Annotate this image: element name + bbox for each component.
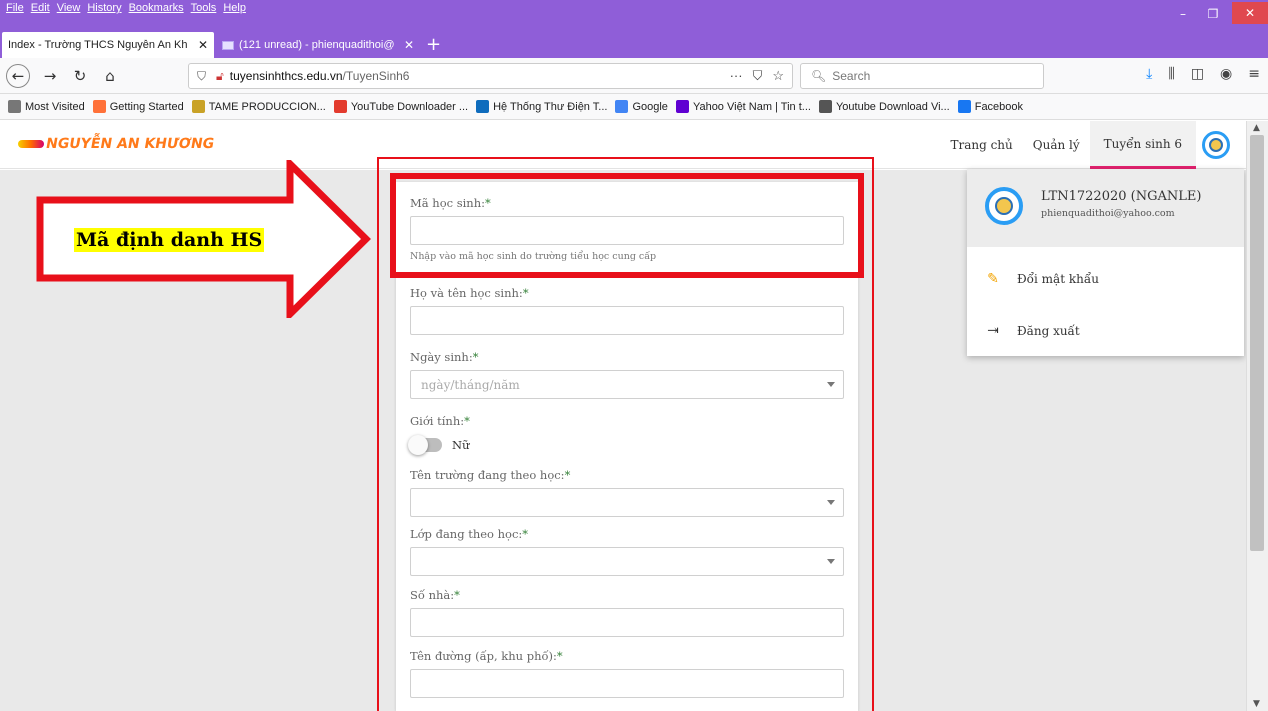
pocket-icon[interactable]: ⛉ xyxy=(753,68,763,84)
sidebar-icon[interactable]: ◫ xyxy=(1191,66,1204,82)
tab-label: (121 unread) - phienquadithoi@ xyxy=(239,39,395,51)
site-logo[interactable]: NGUYỄN AN KHƯƠNG xyxy=(18,136,216,152)
bookmark-item[interactable]: Google xyxy=(615,100,668,113)
avatar[interactable] xyxy=(1202,131,1230,159)
mail-icon xyxy=(222,40,234,50)
bookmark-label: Hệ Thống Thư Điện T... xyxy=(493,100,608,113)
url-host: tuyensinhthcs.edu.vn xyxy=(229,69,343,83)
bookmark-item[interactable]: Yahoo Việt Nam | Tin t... xyxy=(675,100,811,113)
site-nav: Trang chủ Quản lý Tuyển sinh 6 xyxy=(940,121,1230,169)
bookmark-label: Getting Started xyxy=(109,100,184,113)
key-icon: ✎ xyxy=(987,271,999,287)
avatar xyxy=(985,187,1023,225)
account-icon[interactable]: ◉ xyxy=(1220,66,1232,82)
page-scrollbar[interactable]: ▲ ▼ xyxy=(1246,121,1268,711)
logo-text: NGUYỄN AN KHƯƠNG xyxy=(44,136,216,152)
facebook-icon xyxy=(957,100,971,113)
restore-button[interactable]: ❐ xyxy=(1198,0,1228,28)
gear-icon xyxy=(8,100,21,113)
home-icon[interactable]: ⌂ xyxy=(98,64,122,88)
user-name: LTN1722020 (NGANLE) xyxy=(1041,189,1202,204)
bookmark-item[interactable]: YouTube Downloader ... xyxy=(333,100,469,113)
bookmark-star-icon[interactable]: ☆ xyxy=(772,68,784,84)
globe-icon xyxy=(818,100,832,113)
user-info: LTN1722020 (NGANLE) phienquadithoi@yahoo… xyxy=(967,169,1244,247)
menu-bar: File Edit View History Bookmarks Tools H… xyxy=(0,0,1268,30)
bookmark-label: YouTube Downloader ... xyxy=(350,100,469,113)
scroll-down-icon[interactable]: ▼ xyxy=(1253,699,1260,709)
tracking-shield-icon[interactable]: ⛉ xyxy=(197,69,206,84)
user-dropdown: LTN1722020 (NGANLE) phienquadithoi@yahoo… xyxy=(967,169,1244,356)
tab-label: Index - Trường THCS Nguyễn An Kh xyxy=(8,39,188,51)
bookmark-label: Youtube Download Vi... xyxy=(835,100,950,113)
page-actions-icon[interactable]: ··· xyxy=(730,68,743,84)
bookmark-item[interactable]: Getting Started xyxy=(92,100,184,113)
bookmark-label: Yahoo Việt Nam | Tin t... xyxy=(692,100,811,113)
bookmark-item[interactable]: Youtube Download Vi... xyxy=(818,100,950,113)
logo-streak-icon xyxy=(18,140,44,148)
tame-icon xyxy=(191,100,205,113)
back-icon[interactable]: ← xyxy=(6,64,30,88)
menu-item-label: Đăng xuất xyxy=(1017,324,1080,338)
scrollbar-thumb[interactable] xyxy=(1250,135,1264,551)
tab-index[interactable]: Index - Trường THCS Nguyễn An Kh ✕ xyxy=(2,32,214,58)
url-bar[interactable]: ⛉ 🔓︎ tuyensinhthcs.edu.vn/TuyenSinh6 ···… xyxy=(188,63,793,89)
google-icon xyxy=(615,100,629,113)
menu-view[interactable]: View xyxy=(57,2,81,14)
menu-item-label: Đổi mật khẩu xyxy=(1017,272,1099,286)
annotation-highlight-box xyxy=(390,173,864,278)
hamburger-menu-icon[interactable]: ≡ xyxy=(1248,66,1260,82)
annotation-label: Mã định danh HS xyxy=(74,228,265,252)
tab-close-icon[interactable]: ✕ xyxy=(198,38,208,52)
download-icon[interactable]: ⤓ xyxy=(1146,66,1152,82)
nav-manage[interactable]: Quản lý xyxy=(1023,121,1090,169)
outlook-icon xyxy=(476,100,490,113)
scroll-up-icon[interactable]: ▲ xyxy=(1253,123,1260,133)
bookmark-item[interactable]: TAME PRODUCCION... xyxy=(191,100,326,113)
bookmarks-toolbar: Most Visited Getting Started TAME PRODUCCI… xyxy=(0,94,1268,120)
bookmark-label: Most Visited xyxy=(25,100,85,113)
tab-bar: Index - Trường THCS Nguyễn An Kh ✕ (121 … xyxy=(0,30,1268,58)
navigation-toolbar: ← → ↻ ⌂ ⛉ 🔓︎ tuyensinhthcs.edu.vn/TuyenS… xyxy=(0,58,1268,94)
menu-history[interactable]: History xyxy=(87,2,121,14)
tab-close-icon[interactable]: ✕ xyxy=(404,38,414,52)
forward-icon[interactable]: → xyxy=(38,64,62,88)
bookmark-label: TAME PRODUCCION... xyxy=(208,100,326,113)
bookmark-item[interactable]: Most Visited xyxy=(8,100,85,113)
search-placeholder: Search xyxy=(832,69,871,83)
url-path: /TuyenSinh6 xyxy=(342,69,410,83)
menu-edit[interactable]: Edit xyxy=(31,2,50,14)
nav-admission-6[interactable]: Tuyển sinh 6 xyxy=(1089,121,1196,169)
menu-bookmarks[interactable]: Bookmarks xyxy=(129,2,184,14)
school-emblem-icon xyxy=(1209,138,1223,152)
menu-file[interactable]: File xyxy=(6,2,24,14)
minimize-button[interactable]: – xyxy=(1168,0,1198,28)
change-password-item[interactable]: ✎ Đổi mật khẩu xyxy=(985,271,1099,287)
bookmark-label: Google xyxy=(632,100,668,113)
school-emblem-icon xyxy=(995,197,1013,215)
insecure-lock-icon[interactable]: 🔓︎ xyxy=(216,69,224,84)
library-icon[interactable]: ⫼ xyxy=(1168,66,1174,82)
bookmark-label: Facebook xyxy=(974,100,1024,113)
search-input[interactable]: 🔍︎ Search xyxy=(800,63,1044,89)
firefox-icon xyxy=(92,100,106,113)
bookmark-item[interactable]: Facebook xyxy=(957,100,1024,113)
close-window-button[interactable]: ✕ xyxy=(1232,2,1268,24)
new-tab-icon[interactable]: + xyxy=(426,30,441,58)
search-icon: 🔍︎ xyxy=(811,69,827,83)
download-icon xyxy=(333,100,347,113)
reload-icon[interactable]: ↻ xyxy=(68,64,92,88)
user-email: phienquadithoi@yahoo.com xyxy=(1041,208,1175,219)
logout-item[interactable]: ⇥ Đăng xuất xyxy=(985,323,1080,339)
nav-home[interactable]: Trang chủ xyxy=(940,121,1022,169)
menu-tools[interactable]: Tools xyxy=(191,2,217,14)
yahoo-icon xyxy=(675,100,689,113)
logout-icon: ⇥ xyxy=(987,323,999,339)
tab-mail[interactable]: (121 unread) - phienquadithoi@ ✕ xyxy=(216,32,420,58)
bookmark-item[interactable]: Hệ Thống Thư Điện T... xyxy=(476,100,607,113)
menu-help[interactable]: Help xyxy=(223,2,246,14)
